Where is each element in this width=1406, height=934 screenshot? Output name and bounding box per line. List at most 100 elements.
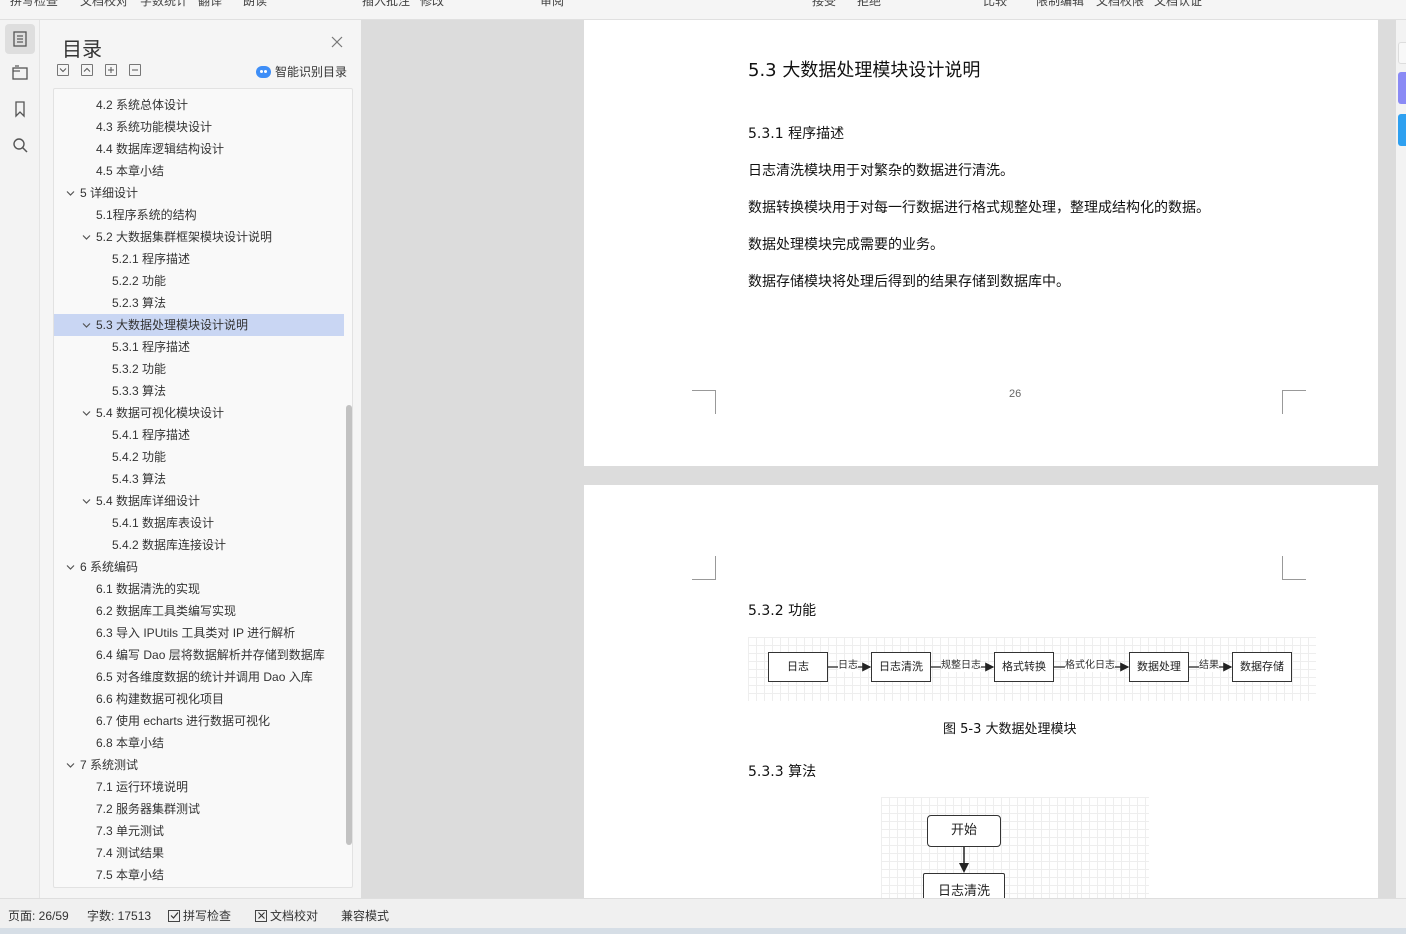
toc-item[interactable]: 6 系统编码 [54,556,344,578]
toc-item-label: 5.3.2 功能 [112,362,167,376]
edge-tab-2[interactable] [1398,72,1406,104]
toolbar-item[interactable]: 文档认证 [1154,0,1202,9]
toc-item[interactable]: 6.8 本章小结 [54,732,344,754]
toc-icon [13,31,27,47]
toc-item[interactable]: 5.3 大数据处理模块设计说明 [54,314,344,336]
toc-item[interactable]: 5.4 数据可视化模块设计 [54,402,344,424]
toc-item[interactable]: 6.1 数据清洗的实现 [54,578,344,600]
smart-toc-button[interactable]: 智能识别目录 [256,63,347,80]
toc-item-label: 5.3 大数据处理模块设计说明 [96,318,249,332]
toc-item-label: 5.3.3 算法 [112,384,167,398]
toc-item[interactable]: 5.1程序系统的结构 [54,204,344,226]
toc-item[interactable]: 5.4 数据库详细设计 [54,490,344,512]
toc-item-label: 5.4.2 数据库连接设计 [112,538,227,552]
toc-item[interactable]: 7 系统测试 [54,754,344,776]
toc-item[interactable]: 5.4.2 数据库连接设计 [54,534,344,556]
toolbar-item[interactable]: 字数统计 [140,0,188,9]
toolbar-item[interactable]: 翻译 [198,0,222,9]
navigation-rail-button[interactable] [5,58,35,88]
toc-item-label: 4.2 系统总体设计 [96,98,189,112]
toolbar-item[interactable]: 文档校对 [80,0,128,9]
toolbar-item[interactable]: 文档权限 [1096,0,1144,9]
toc-item[interactable]: 7.3 单元测试 [54,820,344,842]
toc-item[interactable]: 5.2.3 算法 [54,292,344,314]
page-26[interactable]: 5.3 大数据处理模块设计说明 5.3.1 程序描述 日志清洗模块用于对繁杂的数… [584,20,1378,466]
flow-edge-label: 日志 [838,660,858,672]
toc-item[interactable]: 6.5 对各维度数据的统计并调用 Dao 入库 [54,666,344,688]
toolbar-item[interactable]: 比较 [983,0,1007,9]
chevron-down-icon[interactable] [66,189,75,198]
algorithm-flowchart: 开始 日志清洗 [881,797,1149,898]
toc-item[interactable]: 5.2 大数据集群框架模块设计说明 [54,226,344,248]
remove-heading-button[interactable] [129,64,141,76]
margin-corner-mark [692,556,716,580]
flow-box-store: 数据存储 [1232,652,1292,682]
toc-item[interactable]: 6.7 使用 echarts 进行数据可视化 [54,710,344,732]
chevron-down-icon[interactable] [66,761,75,770]
toolbar-item[interactable]: 修改 [420,0,444,9]
toc-item-label: 5.2.3 算法 [112,296,167,310]
toc-scrollbar[interactable] [346,405,352,845]
toc-item[interactable]: 4.3 系统功能模块设计 [54,116,344,138]
toc-item[interactable]: 4.2 系统总体设计 [54,94,344,116]
toolbar-item[interactable]: 插入批注 [362,0,410,9]
toc-item[interactable]: 5.3.3 算法 [54,380,344,402]
toc-item-label: 7.3 单元测试 [96,824,165,838]
toc-item[interactable]: 5.2.2 功能 [54,270,344,292]
toc-item[interactable]: 5.4.1 程序描述 [54,424,344,446]
toc-item[interactable]: 5 详细设计 [54,182,344,204]
toc-item[interactable]: 5.4.3 算法 [54,468,344,490]
toc-item[interactable]: 5.3.1 程序描述 [54,336,344,358]
chevron-down-icon[interactable] [82,497,91,506]
margin-corner-mark [1282,390,1306,414]
expand-all-button[interactable] [57,64,69,76]
toc-item[interactable]: 6.6 构建数据可视化项目 [54,688,344,710]
toc-item[interactable]: 7.2 服务器集群测试 [54,798,344,820]
toc-item[interactable]: 4.4 数据库逻辑结构设计 [54,138,344,160]
side-rail [0,20,40,898]
search-rail-button[interactable] [5,130,35,160]
toc-item[interactable]: 6.2 数据库工具类编写实现 [54,600,344,622]
toolbar-item[interactable]: 朗读 [243,0,267,9]
toc-item[interactable]: 7.5 本章小结 [54,864,344,886]
toc-item-label: 7.4 测试结果 [96,846,165,860]
algo-step-box: 日志清洗 [923,873,1005,898]
toc-item[interactable]: 7.1 运行环境说明 [54,776,344,798]
page-indicator[interactable]: 页面: 26/59 [8,907,69,924]
collapse-all-button[interactable] [81,64,93,76]
toolbar-item[interactable]: 接受 [812,0,836,9]
proofread-toggle[interactable]: 文档校对 [255,907,318,924]
document-canvas[interactable]: 5.3 大数据处理模块设计说明 5.3.1 程序描述 日志清洗模块用于对繁杂的数… [362,20,1396,898]
edge-tab-1[interactable] [1398,42,1406,64]
toc-item[interactable]: 5.4.1 数据库表设计 [54,512,344,534]
toolbar-item[interactable]: 审阅 [540,0,564,9]
toc-item[interactable]: 5.3.2 功能 [54,358,344,380]
toolbar-item[interactable]: 拒绝 [857,0,881,9]
toc-item[interactable]: 4.5 本章小结 [54,160,344,182]
close-icon[interactable] [330,35,344,49]
toc-item[interactable]: 6.4 编写 Dao 层将数据解析并存储到数据库 [54,644,344,666]
toolbar-item[interactable]: 拼写检查 [10,0,58,9]
toc-list-container: 4.2 系统总体设计 4.3 系统功能模块设计 4.4 数据库逻辑结构设计 4.5 本… [53,88,353,888]
chevron-down-icon[interactable] [82,233,91,242]
toolbar-item[interactable]: 限制编辑 [1036,0,1084,9]
word-count[interactable]: 字数: 17513 [87,907,151,924]
toc-item-label: 5.4.1 程序描述 [112,428,191,442]
chevron-down-icon[interactable] [66,563,75,572]
toc-item[interactable]: 5.2.1 程序描述 [54,248,344,270]
toc-rail-button[interactable] [5,24,35,54]
add-heading-button[interactable] [105,64,117,76]
toc-item-label: 5 详细设计 [80,186,139,200]
chevron-down-icon[interactable] [82,409,91,418]
toc-item[interactable]: 7.4 测试结果 [54,842,344,864]
bookmark-rail-button[interactable] [5,94,35,124]
paragraph-2: 数据转换模块用于对每一行数据进行格式规整处理，整理成结构化的数据。 [748,200,1210,216]
toc-item[interactable]: 6.3 导入 IPUtils 工具类对 IP 进行解析 [54,622,344,644]
chevron-down-icon[interactable] [82,321,91,330]
page-27[interactable]: 5.3.2 功能 日志 日志清洗 格式转换 数据处理 数据存储 日志 规整日志 … [584,485,1378,898]
spell-check-toggle[interactable]: 拼写检查 [168,907,231,924]
toc-item-label: 5.4 数据库详细设计 [96,494,201,508]
toc-item[interactable]: 5.4.2 功能 [54,446,344,468]
edge-tab-3[interactable] [1398,114,1406,146]
ai-bot-icon [256,65,271,78]
